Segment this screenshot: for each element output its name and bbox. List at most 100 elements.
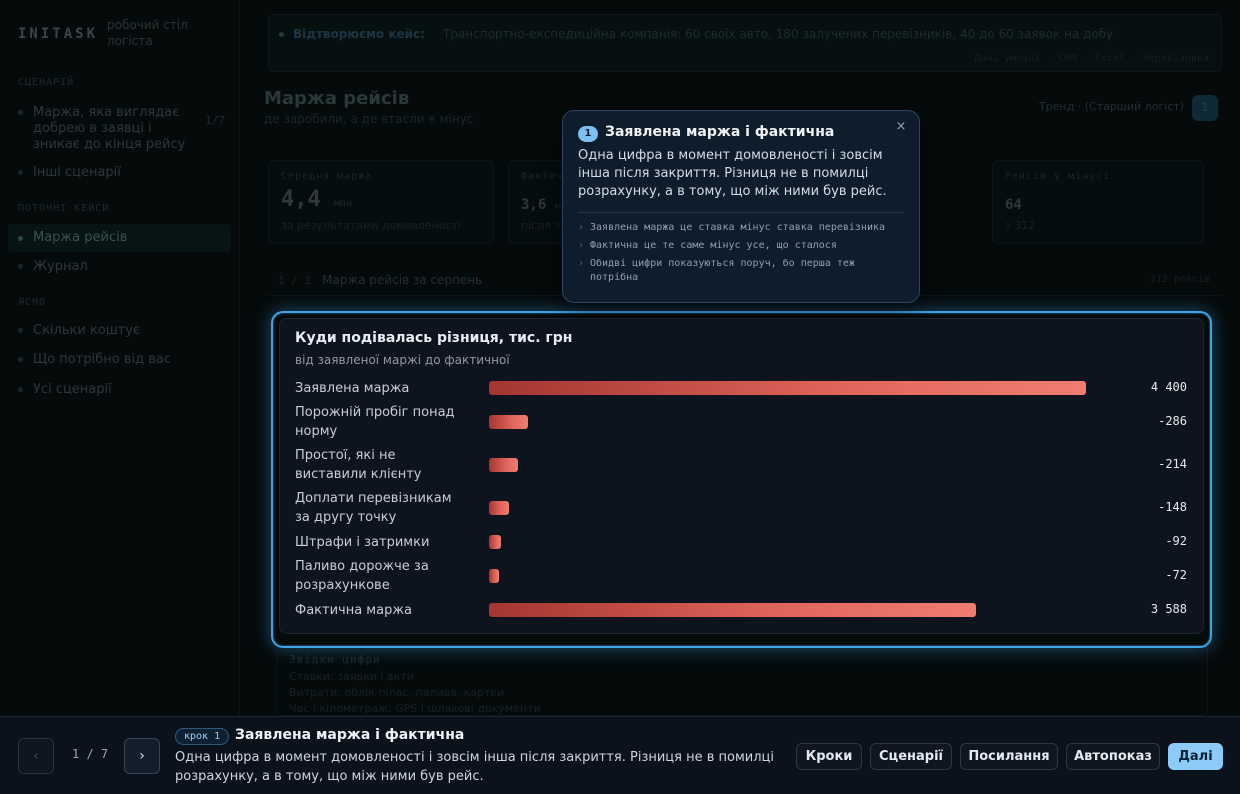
chart-subtitle: від заявленої маржі до фактичної	[295, 353, 510, 367]
kpi-card: Рейсів у мінусі 64 з 312	[992, 160, 1204, 244]
bar	[489, 415, 528, 429]
sidebar: INITASK робочий стіл логіста Сценарій Ма…	[0, 0, 240, 716]
page-title: Маржа рейсів	[264, 88, 410, 109]
kpi-number: 3,6	[521, 197, 547, 213]
tour-popover: 1 Заявлена маржа і фактична × Одна цифра…	[562, 110, 920, 303]
sidebar-section-title: Поточні кейси	[18, 203, 110, 214]
bar-label: Заявлена маржа	[295, 380, 410, 396]
kpi-card: Середня маржа 4,4 млн за результатами до…	[268, 160, 494, 244]
tour-bar: ‹ 1 / 7 › крок 1 Заявлена маржа і фактич…	[0, 716, 1240, 794]
bullet-icon	[18, 357, 23, 362]
sidebar-item-other-scenarios[interactable]: Інші сценарії	[18, 165, 225, 181]
scenarios-button[interactable]: Сценарії	[870, 743, 952, 770]
kpi-sub: за результатами домовленості	[281, 219, 462, 232]
bar-value-label: -286	[1158, 414, 1187, 428]
bar-value-label: -72	[1165, 568, 1187, 582]
bar	[489, 501, 510, 515]
links-button[interactable]: Посилання	[960, 743, 1058, 770]
kpi-unit: млн	[334, 198, 353, 209]
divider	[578, 212, 904, 213]
sources-line: Витрати: облік пілас, палива, картки	[289, 686, 505, 699]
bar-label: Порожній пробіг понад нормy	[295, 405, 455, 439]
table-count: 312 рейсів	[1149, 274, 1210, 285]
kpi-number: 64	[1005, 197, 1022, 213]
bar-value-label: -148	[1158, 500, 1187, 514]
sidebar-item-pricing[interactable]: Скільки коштує	[18, 323, 225, 339]
case-banner: Відтворюємо кейс: Транспортно-експедицій…	[268, 14, 1222, 72]
sources-line: Ставки: заявки і акти	[289, 670, 414, 683]
close-icon[interactable]: ×	[892, 118, 910, 136]
popover-bullet: Обидві цифри показуються поруч, бо перша…	[578, 257, 908, 285]
autoplay-button[interactable]: Автопоказ	[1066, 743, 1160, 770]
popover-bullets: Заявлена маржа це ставка мінус ставка пе…	[578, 221, 908, 289]
sidebar-item-all-scenarios[interactable]: Усі сценарії	[18, 382, 225, 398]
kpi-sub: з 312	[1005, 219, 1036, 232]
bullet-icon	[279, 32, 284, 37]
sidebar-item-label: Що потрібно від вас	[33, 352, 171, 367]
bar	[489, 381, 1086, 395]
step-chip: крок 1	[175, 728, 230, 745]
bar-label: Штрафи і затримки	[295, 534, 430, 550]
popover-bullet: Фактична це те саме мінус усе, що сталос…	[578, 239, 908, 253]
sidebar-item-journal[interactable]: Журнал	[18, 259, 225, 275]
bar-label: Доплати перевізникам за другу точку	[295, 491, 452, 525]
steps-button[interactable]: Кроки	[796, 743, 862, 770]
bullet-icon	[18, 387, 23, 392]
prev-step-button[interactable]: ‹	[18, 738, 54, 774]
popover-body: Одна цифра в момент домовленості і зовсі…	[578, 148, 887, 199]
sidebar-item-scenario[interactable]: Маржа, яка виглядає добрею в заявці і зн…	[18, 105, 225, 153]
bar	[489, 535, 502, 549]
sidebar-item-label: Маржа рейсів	[33, 230, 128, 245]
sidebar-item-label: Усі сценарії	[33, 382, 112, 397]
step-number-badge: 1	[578, 126, 598, 142]
kpi-label: Середня маржа	[281, 171, 373, 182]
next-step-button[interactable]: ›	[124, 738, 160, 774]
bullet-icon	[18, 170, 23, 175]
bar	[489, 603, 976, 617]
kpi-label: Рейсів у мінусі	[1005, 171, 1111, 182]
sidebar-section-title: Ясно	[18, 297, 47, 308]
sidebar-item-requirements[interactable]: Що потрібно від вас	[18, 352, 225, 368]
sidebar-item-count: 1/7	[205, 114, 225, 127]
bar-value-label: -92	[1165, 534, 1187, 548]
bullet-icon	[18, 264, 23, 269]
bullet-icon	[18, 110, 23, 115]
kpi-value: 4,4 млн	[281, 187, 352, 212]
banner-text: Транспортно-експедиційна компанія: 60 св…	[443, 27, 1114, 41]
sources-heading: Звідки цифри	[289, 653, 381, 666]
role-selector[interactable]: Тренд · (Старший логіст)	[1039, 100, 1184, 113]
bar	[489, 569, 499, 583]
bullet-icon	[18, 236, 23, 241]
logo-subtitle: робочий стіл логіста	[107, 18, 188, 48]
sidebar-section-title: Сценарій	[18, 77, 75, 88]
kpi-value: 64	[1005, 197, 1022, 213]
tour-step-title: Заявлена маржа і фактична	[235, 727, 465, 743]
chart-title: Куди подівалась різниця, тис. грн	[295, 330, 573, 346]
bar-value-label: 3 588	[1150, 602, 1187, 616]
banner-label: Відтворюємо кейс:	[293, 27, 425, 41]
table-pager: 1 / 1	[278, 274, 312, 287]
page-subtitle: де заробили, а де втасли в мінус	[264, 112, 474, 126]
kpi-number: 4,4	[281, 187, 321, 212]
sidebar-item-label: Скільки коштує	[33, 323, 141, 338]
sources-card: Звідки цифри Ставки: заявки і акти Витра…	[276, 646, 1208, 716]
bar-label: Паливо дорожче за розрахункове	[295, 559, 429, 593]
waterfall-chart-card: Куди подівалась різниця, тис. грн від за…	[279, 318, 1204, 634]
bullet-icon	[18, 328, 23, 333]
bar-value-label: -214	[1158, 457, 1187, 471]
logo: INITASK	[18, 26, 99, 42]
table-title: Маржа рейсів за серпень	[322, 273, 483, 287]
sidebar-item-label: Журнал	[33, 259, 88, 274]
bar-value-label: 4 400	[1150, 380, 1187, 394]
sidebar-item-margin[interactable]: Маржа рейсів	[8, 224, 231, 252]
bar	[489, 458, 519, 472]
banner-meta: Дані умовні · CRM · Excel · перевізники	[974, 53, 1209, 64]
step-pager: 1 / 7	[72, 747, 109, 761]
sidebar-item-label: Маржа, яка виглядає добрею в заявці і зн…	[33, 105, 186, 152]
bar-label: Фактична маржа	[295, 602, 413, 618]
popover-bullet: Заявлена маржа це ставка мінус ставка пе…	[578, 221, 908, 235]
next-button[interactable]: Далі	[1168, 743, 1223, 770]
role-icon-button[interactable]: 1	[1192, 95, 1218, 121]
sidebar-item-label: Інші сценарії	[33, 165, 121, 180]
bar-label: Простої, які не виставили клієнту	[295, 448, 422, 482]
